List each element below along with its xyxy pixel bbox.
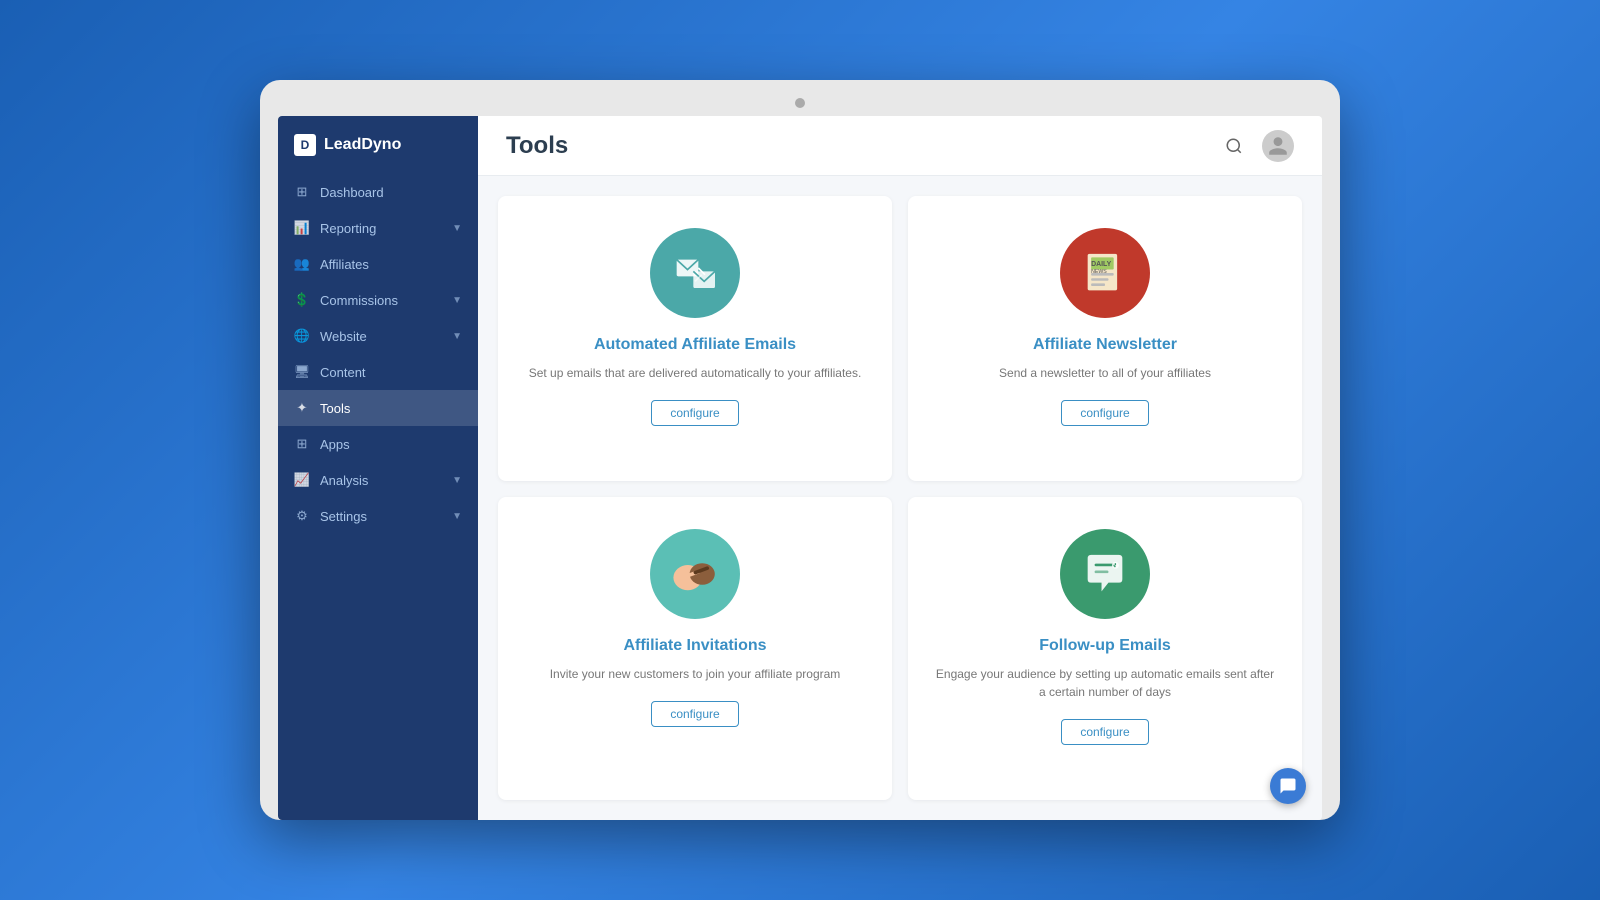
sidebar-item-label: Settings (320, 509, 367, 524)
chevron-down-icon: ▼ (452, 331, 462, 342)
tool-desc-followup: Engage your audience by setting up autom… (932, 665, 1278, 701)
logo: D LeadDyno (278, 116, 478, 174)
chevron-down-icon: ▼ (452, 295, 462, 306)
sidebar-item-label: Website (320, 329, 367, 344)
content-icon: 🖥 (294, 364, 310, 380)
sidebar-item-label: Content (320, 365, 366, 380)
configure-followup-button[interactable]: configure (1061, 719, 1148, 745)
dashboard-icon: ⊞ (294, 184, 310, 200)
tool-card-newsletter: DAILY NEWS Affiliate Newsletter Send a n… (908, 196, 1302, 481)
tool-title-followup: Follow-up Emails (1039, 637, 1171, 655)
top-bar-actions (1220, 130, 1294, 162)
newsletter-icon: DAILY NEWS (1060, 228, 1150, 318)
tool-title-invitations: Affiliate Invitations (623, 637, 766, 655)
chevron-down-icon: ▼ (452, 223, 462, 234)
sidebar-item-tools[interactable]: ✦ Tools (278, 390, 478, 426)
chat-button[interactable] (1270, 768, 1306, 804)
tool-card-automated-emails: Automated Affiliate Emails Set up emails… (498, 196, 892, 481)
top-bar: Tools (478, 116, 1322, 176)
tool-desc-automated-emails: Set up emails that are delivered automat… (529, 364, 862, 382)
sidebar-item-label: Dashboard (320, 185, 384, 200)
configure-invitations-button[interactable]: configure (651, 701, 738, 727)
sidebar-item-dashboard[interactable]: ⊞ Dashboard (278, 174, 478, 210)
chevron-down-icon: ▼ (452, 511, 462, 522)
logo-text: LeadDyno (324, 136, 401, 154)
tool-desc-newsletter: Send a newsletter to all of your affilia… (999, 364, 1211, 382)
svg-text:DAILY: DAILY (1091, 261, 1112, 268)
logo-icon: D (294, 134, 316, 156)
sidebar-nav: ⊞ Dashboard 📊 Reporting ▼ 👥 Affiliates (278, 174, 478, 820)
tool-card-invitations: Affiliate Invitations Invite your new cu… (498, 497, 892, 800)
search-button[interactable] (1220, 132, 1248, 160)
apps-icon: ⊞ (294, 436, 310, 452)
user-avatar[interactable] (1262, 130, 1294, 162)
screen: D LeadDyno ⊞ Dashboard 📊 Reporting ▼ (278, 116, 1322, 820)
affiliates-icon: 👥 (294, 256, 310, 272)
automated-emails-icon (650, 228, 740, 318)
sidebar-item-content[interactable]: 🖥 Content (278, 354, 478, 390)
sidebar: D LeadDyno ⊞ Dashboard 📊 Reporting ▼ (278, 116, 478, 820)
sidebar-item-affiliates[interactable]: 👥 Affiliates (278, 246, 478, 282)
tools-icon: ✦ (294, 400, 310, 416)
reporting-icon: 📊 (294, 220, 310, 236)
sidebar-item-reporting[interactable]: 📊 Reporting ▼ (278, 210, 478, 246)
sidebar-item-label: Reporting (320, 221, 376, 236)
sidebar-item-label: Analysis (320, 473, 368, 488)
followup-icon (1060, 529, 1150, 619)
page-title: Tools (506, 132, 568, 160)
sidebar-item-label: Commissions (320, 293, 398, 308)
tool-desc-invitations: Invite your new customers to join your a… (550, 665, 841, 683)
monitor-camera (795, 98, 805, 108)
tool-title-newsletter: Affiliate Newsletter (1033, 336, 1177, 354)
settings-icon: ⚙ (294, 508, 310, 524)
sidebar-item-label: Affiliates (320, 257, 369, 272)
configure-newsletter-button[interactable]: configure (1061, 400, 1148, 426)
commissions-icon: 💲 (294, 292, 310, 308)
chevron-down-icon: ▼ (452, 475, 462, 486)
configure-automated-emails-button[interactable]: configure (651, 400, 738, 426)
tools-grid: Automated Affiliate Emails Set up emails… (478, 176, 1322, 820)
website-icon: 🌐 (294, 328, 310, 344)
analysis-icon: 📈 (294, 472, 310, 488)
sidebar-item-apps[interactable]: ⊞ Apps (278, 426, 478, 462)
sidebar-item-website[interactable]: 🌐 Website ▼ (278, 318, 478, 354)
sidebar-item-label: Tools (320, 401, 350, 416)
sidebar-item-label: Apps (320, 437, 350, 452)
tool-title-automated-emails: Automated Affiliate Emails (594, 336, 796, 354)
sidebar-item-settings[interactable]: ⚙ Settings ▼ (278, 498, 478, 534)
tool-card-followup: Follow-up Emails Engage your audience by… (908, 497, 1302, 800)
svg-text:NEWS: NEWS (1091, 269, 1107, 275)
invitations-icon (650, 529, 740, 619)
sidebar-item-commissions[interactable]: 💲 Commissions ▼ (278, 282, 478, 318)
main-content: Tools (478, 116, 1322, 820)
sidebar-item-analysis[interactable]: 📈 Analysis ▼ (278, 462, 478, 498)
